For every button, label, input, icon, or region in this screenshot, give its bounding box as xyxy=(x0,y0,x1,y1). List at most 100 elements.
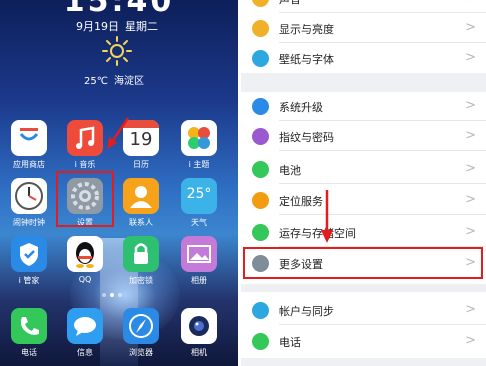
app-label: 日历 xyxy=(133,160,149,169)
app-clock[interactable]: 闹钟时钟 xyxy=(6,178,52,228)
chevron-right-icon: > xyxy=(465,50,476,65)
music-icon xyxy=(67,120,103,156)
app-label: 浏览器 xyxy=(129,348,153,357)
settings-item-label: 定位服务 xyxy=(279,195,323,208)
arrow-pointer-icon xyxy=(107,117,130,149)
app-label: 信息 xyxy=(77,348,93,357)
temperature-label: 25℃ xyxy=(84,76,108,87)
app-label: QQ xyxy=(78,275,92,284)
more-settings-highlight-box xyxy=(243,247,483,279)
system-upgrade-icon xyxy=(252,98,269,115)
brightness-icon xyxy=(252,20,269,37)
app-label: i 音乐 xyxy=(74,160,96,169)
storage-icon xyxy=(252,224,269,241)
page-dot xyxy=(102,293,106,297)
app-label: 相册 xyxy=(191,276,207,285)
sunny-icon xyxy=(102,36,132,66)
app-weather[interactable]: 25° 天气 xyxy=(176,178,222,228)
row-divider xyxy=(279,12,486,13)
settings-item-phone[interactable]: 电话 > xyxy=(241,327,486,356)
settings-item-sound[interactable]: 声音 > xyxy=(241,0,486,13)
chevron-right-icon: > xyxy=(465,333,476,348)
app-label: i 管家 xyxy=(18,276,40,285)
settings-item-label: 电池 xyxy=(279,164,301,177)
app-label: 联系人 xyxy=(129,218,153,227)
phone-icon xyxy=(252,333,269,350)
weather-icon: 25° xyxy=(181,178,217,214)
message-icon xyxy=(67,308,103,344)
wallpaper-font-icon xyxy=(252,50,269,67)
settings-item-wallpaper[interactable]: 壁纸与字体 > xyxy=(241,44,486,73)
app-qq[interactable]: QQ xyxy=(62,236,108,284)
dock-camera[interactable]: 相机 xyxy=(176,308,222,358)
weekday-label: 星期二 xyxy=(125,20,158,33)
settings-item-display[interactable]: 显示与亮度 > xyxy=(241,14,486,43)
page-indicator[interactable] xyxy=(102,293,122,297)
section-divider xyxy=(241,358,486,366)
app-label: 应用商店 xyxy=(13,160,45,169)
row-divider xyxy=(279,183,486,184)
settings-item-storage[interactable]: 运存与存储空间 > xyxy=(241,218,486,247)
settings-item-label: 显示与亮度 xyxy=(279,23,334,36)
app-store-icon xyxy=(11,120,47,156)
clock-icon xyxy=(11,178,47,214)
tutorial-screenshot: 15:40 9月19日 星期二 25℃ 海淀区 应用商店 i 音乐 19 日历 … xyxy=(0,0,486,366)
camera-icon xyxy=(181,308,217,344)
contacts-icon xyxy=(123,178,159,214)
qq-penguin-icon xyxy=(67,236,103,272)
section-divider xyxy=(241,72,486,92)
lock-icon xyxy=(123,236,159,272)
settings-item-label: 壁纸与字体 xyxy=(279,53,334,66)
app-app-store[interactable]: 应用商店 xyxy=(6,120,52,170)
app-label: 加密锁 xyxy=(129,276,153,285)
dock-phone[interactable]: 电话 xyxy=(6,308,52,358)
row-divider xyxy=(279,150,486,151)
settings-item-fingerprint[interactable]: 指纹与密码 > xyxy=(241,122,486,151)
app-contacts[interactable]: 联系人 xyxy=(118,178,164,228)
app-label: i 主题 xyxy=(188,160,210,169)
app-label: 电话 xyxy=(21,348,37,357)
settings-item-location[interactable]: 定位服务 > xyxy=(241,186,486,215)
settings-item-label: 系统升级 xyxy=(279,101,323,114)
settings-item-label: 电话 xyxy=(279,336,301,349)
app-theme[interactable]: i 主题 xyxy=(176,120,222,170)
chevron-right-icon: > xyxy=(465,224,476,239)
settings-item-label: 运存与存储空间 xyxy=(279,227,356,240)
settings-item-system-upgrade[interactable]: 系统升级 > xyxy=(241,92,486,121)
location-icon xyxy=(252,192,269,209)
shield-icon xyxy=(11,236,47,272)
dock-browser[interactable]: 浏览器 xyxy=(118,308,164,358)
page-dot-active xyxy=(110,293,114,297)
arrow-down-icon xyxy=(321,190,333,243)
date-label: 9月19日 xyxy=(76,20,119,33)
fingerprint-icon xyxy=(252,128,269,145)
clock-date: 9月19日 星期二 xyxy=(76,18,196,34)
chevron-right-icon: > xyxy=(465,161,476,176)
app-label: 相机 xyxy=(191,348,207,357)
dock-messages[interactable]: 信息 xyxy=(62,308,108,358)
chevron-right-icon: > xyxy=(465,98,476,113)
home-screen: 15:40 9月19日 星期二 25℃ 海淀区 应用商店 i 音乐 19 日历 … xyxy=(0,0,238,366)
settings-item-battery[interactable]: 电池 > xyxy=(241,155,486,184)
app-music[interactable]: i 音乐 xyxy=(62,120,108,170)
app-guardian[interactable]: i 管家 xyxy=(6,236,52,286)
battery-icon xyxy=(252,161,269,178)
row-divider xyxy=(279,324,486,325)
app-gallery[interactable]: 相册 xyxy=(176,236,222,286)
settings-screen: 声音 > 显示与亮度 > 壁纸与字体 > 系统升级 > 指纹与密码 > xyxy=(241,0,486,366)
row-divider xyxy=(279,42,486,43)
account-sync-icon xyxy=(252,302,269,319)
row-divider xyxy=(279,120,486,121)
settings-item-label: 帐户与同步 xyxy=(279,305,334,318)
app-lock[interactable]: 加密锁 xyxy=(118,236,164,286)
clock-time: 15:40 xyxy=(63,0,175,19)
app-label: 闹钟时钟 xyxy=(13,218,45,227)
sound-icon xyxy=(252,0,269,7)
gallery-icon xyxy=(181,236,217,272)
weather-temp: 25° xyxy=(186,186,212,202)
settings-item-label: 声音 xyxy=(279,0,301,7)
chevron-right-icon: > xyxy=(465,192,476,207)
settings-item-account-sync[interactable]: 帐户与同步 > xyxy=(241,296,486,325)
chevron-right-icon: > xyxy=(465,128,476,143)
chevron-right-icon: > xyxy=(465,302,476,317)
